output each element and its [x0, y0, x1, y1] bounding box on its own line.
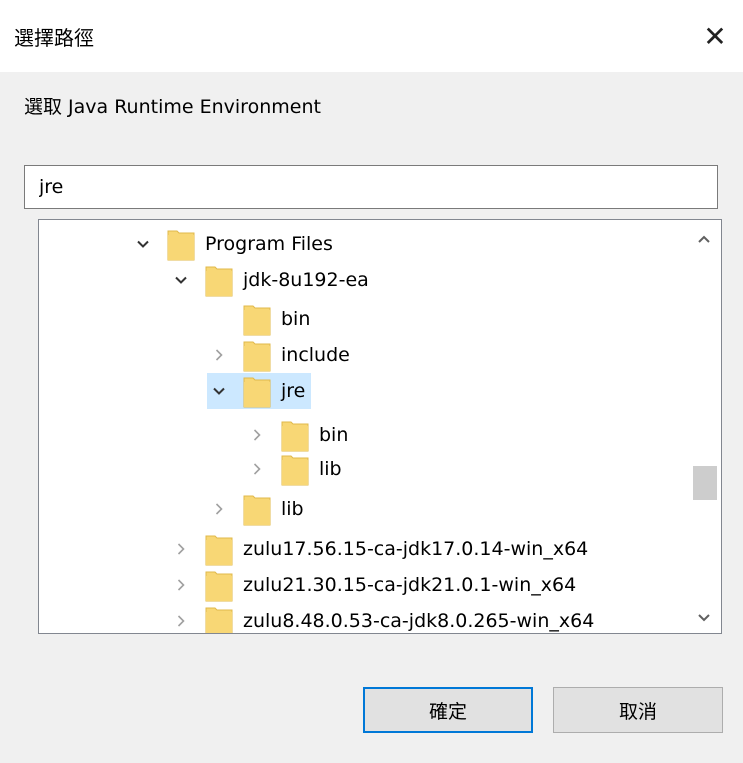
tree-item[interactable]: lib: [245, 451, 348, 487]
tree-item[interactable]: zulu17.56.15-ca-jdk17.0.14-win_x64: [169, 531, 594, 567]
expand-chevron-icon[interactable]: [169, 573, 193, 597]
tree-item[interactable]: Program Files: [131, 226, 339, 262]
ok-button[interactable]: 確定: [363, 687, 533, 733]
folder-tree: Program Files jdk-8u192-ea bin include j…: [38, 219, 722, 634]
tree-item[interactable]: jre: [207, 373, 312, 409]
tree-item-label: zulu17.56.15-ca-jdk17.0.14-win_x64: [243, 538, 589, 560]
tree-item[interactable]: bin: [245, 417, 354, 453]
dialog-title: 選擇路徑: [14, 26, 94, 50]
prompt-label: 選取 Java Runtime Environment: [24, 96, 321, 118]
tree-item-label: bin: [319, 424, 349, 446]
tree-item-label: bin: [281, 308, 311, 330]
scroll-down-arrow-icon[interactable]: [687, 603, 721, 633]
folder-icon: [281, 455, 309, 486]
folder-icon: [205, 535, 233, 566]
cancel-button[interactable]: 取消: [553, 687, 723, 733]
scroll-up-arrow-icon[interactable]: [687, 224, 721, 254]
scrollbar-thumb[interactable]: [693, 466, 717, 500]
tree-item[interactable]: zulu21.30.15-ca-jdk21.0.1-win_x64: [169, 567, 582, 603]
tree-item[interactable]: jdk-8u192-ea: [169, 262, 375, 298]
tree-item-label: zulu8.48.0.53-ca-jdk8.0.265-win_x64: [243, 610, 595, 632]
vertical-scrollbar[interactable]: [687, 220, 721, 633]
folder-icon: [243, 495, 271, 526]
tree-item[interactable]: zulu8.48.0.53-ca-jdk8.0.265-win_x64: [169, 603, 600, 633]
expand-chevron-icon[interactable]: [207, 307, 231, 331]
close-button[interactable]: ✕: [687, 12, 743, 60]
expand-chevron-icon[interactable]: [169, 268, 193, 292]
tree-item-label: jdk-8u192-ea: [243, 269, 369, 291]
folder-icon: [243, 305, 271, 336]
expand-chevron-icon[interactable]: [131, 232, 155, 256]
tree-item[interactable]: lib: [207, 491, 310, 527]
tree-item-label: lib: [281, 498, 304, 520]
tree-item-label: zulu21.30.15-ca-jdk21.0.1-win_x64: [243, 574, 577, 596]
folder-icon: [205, 266, 233, 297]
path-input[interactable]: [24, 165, 718, 209]
folder-icon: [243, 377, 271, 408]
tree-item[interactable]: bin: [207, 301, 316, 337]
folder-icon: [205, 571, 233, 602]
tree-item-label: lib: [319, 458, 342, 480]
tree-item-label: include: [281, 344, 350, 366]
dialog-titlebar: 選擇路徑 ✕: [0, 0, 743, 72]
expand-chevron-icon[interactable]: [207, 379, 231, 403]
expand-chevron-icon[interactable]: [169, 609, 193, 633]
expand-chevron-icon[interactable]: [245, 457, 269, 481]
tree-item[interactable]: include: [207, 337, 356, 373]
tree-item-label: jre: [281, 380, 306, 402]
expand-chevron-icon[interactable]: [207, 497, 231, 521]
tree-item-label: Program Files: [205, 233, 333, 255]
folder-icon: [205, 607, 233, 633]
expand-chevron-icon[interactable]: [245, 423, 269, 447]
folder-icon: [243, 341, 271, 372]
folder-icon: [167, 230, 195, 261]
expand-chevron-icon[interactable]: [207, 343, 231, 367]
folder-icon: [281, 421, 309, 452]
expand-chevron-icon[interactable]: [169, 537, 193, 561]
